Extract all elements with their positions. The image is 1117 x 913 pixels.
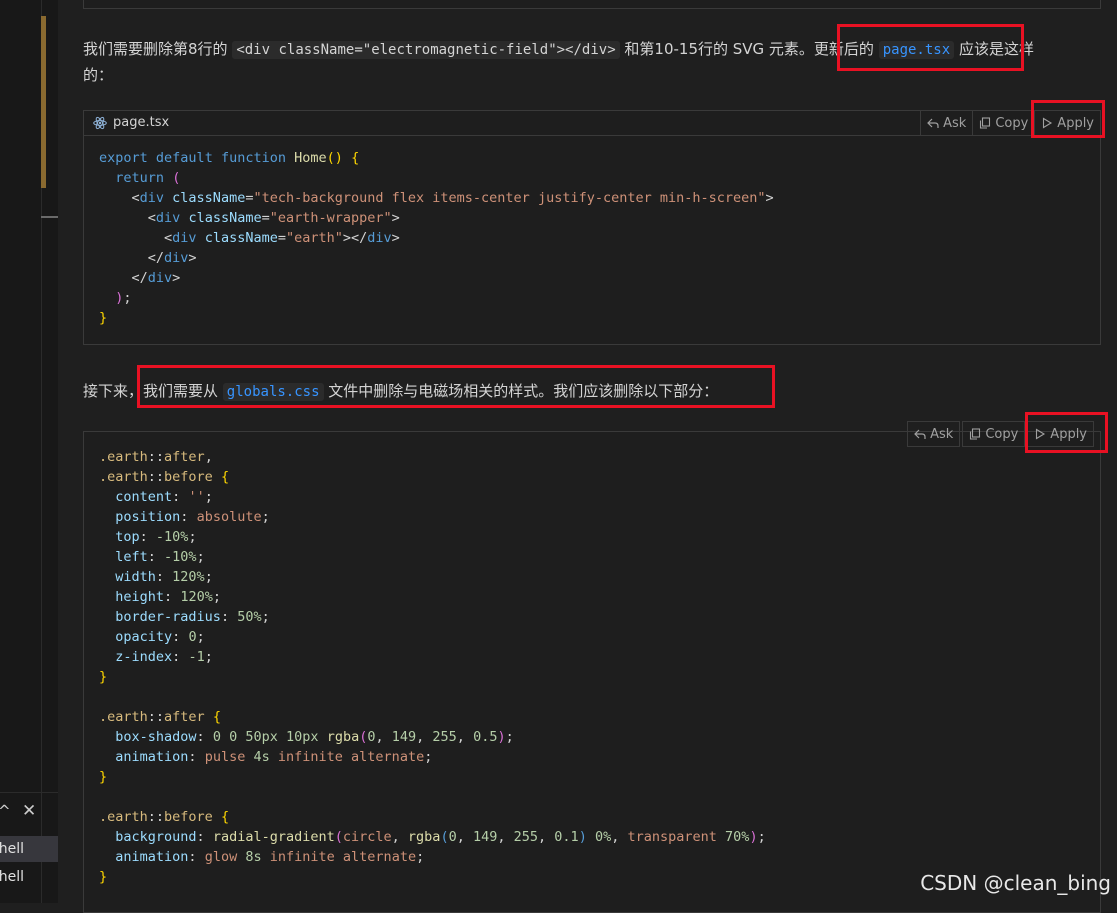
chevron-up-icon[interactable]: ^ — [0, 802, 11, 820]
close-icon[interactable]: ✕ — [22, 801, 36, 821]
copy-button[interactable]: Copy — [972, 111, 1034, 135]
message-paragraph-continued: 的： — [83, 66, 114, 84]
inline-code: <div className="electromagnetic-field"><… — [232, 41, 620, 59]
terminal-item[interactable]: hell — [0, 836, 58, 862]
left-panel: ^ ✕ hell hell — [0, 0, 58, 903]
code-block-globals-css: Ask Copy Apply .earth::after, .earth::be… — [83, 421, 1101, 913]
reply-icon — [927, 118, 939, 128]
terminal-item[interactable]: hell — [0, 864, 58, 890]
scrollbar-thumb[interactable] — [41, 16, 46, 188]
previous-code-block — [83, 0, 1101, 9]
code-block-header: page.tsx Ask Copy Apply — [84, 111, 1100, 136]
react-icon — [93, 116, 107, 130]
copy-button[interactable]: Copy — [962, 421, 1026, 447]
terminal-panel-border — [0, 792, 58, 793]
highlight-box — [837, 24, 1024, 71]
code-content: .earth::after, .earth::before { content:… — [99, 449, 766, 885]
watermark: CSDN @clean_bing — [920, 871, 1111, 895]
ask-button[interactable]: Ask — [920, 111, 972, 135]
chat-panel: 我们需要删除第8行的 <div className="electromagnet… — [58, 0, 1117, 913]
highlight-box — [1031, 100, 1105, 138]
copy-icon — [970, 428, 981, 440]
highlight-box — [1025, 412, 1108, 453]
code-block-page-tsx: page.tsx Ask Copy Apply export default f… — [83, 110, 1101, 345]
scroll-marker — [41, 216, 58, 218]
copy-icon — [980, 117, 991, 129]
highlight-box — [137, 365, 775, 408]
reply-icon — [914, 429, 926, 439]
code-block-filename: page.tsx — [113, 115, 170, 130]
ask-button[interactable]: Ask — [907, 421, 961, 447]
code-content: export default function Home() { return … — [99, 150, 774, 326]
